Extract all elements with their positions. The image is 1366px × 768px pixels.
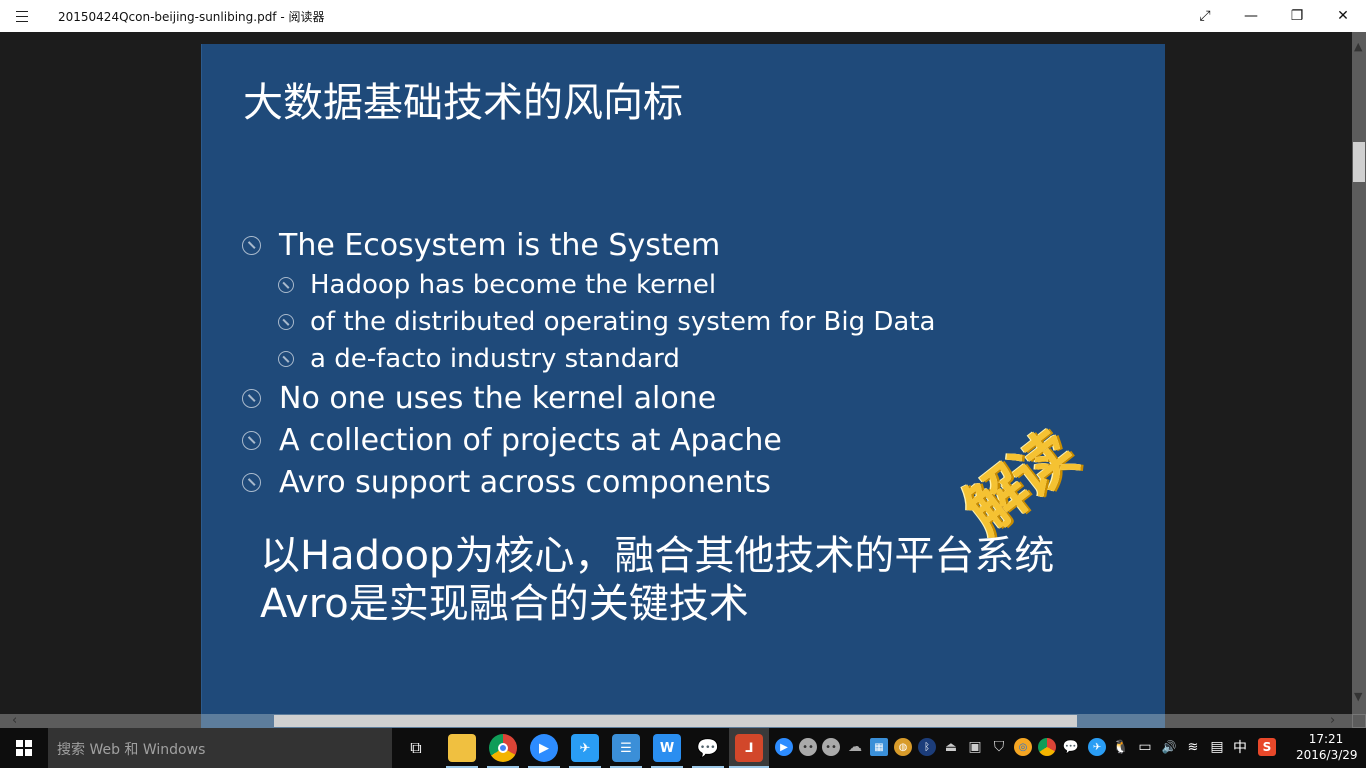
scroll-left-icon[interactable]: ‹ xyxy=(12,713,17,728)
scrollbar-corner xyxy=(1352,714,1366,728)
bullet-arrow-icon xyxy=(278,350,294,367)
windows-logo-icon xyxy=(16,740,32,756)
bullet-arrow-icon xyxy=(242,430,261,450)
clock-time: 17:21 xyxy=(1308,732,1344,746)
security-icon[interactable]: ⛉ xyxy=(990,738,1008,756)
zoom-app-icon[interactable]: ▶ xyxy=(530,734,558,762)
dingtalk-icon[interactable]: ✈ xyxy=(571,734,599,762)
qq-icon[interactable]: 🐧 xyxy=(1112,738,1130,756)
dingtalk-tray-icon[interactable]: ✈ xyxy=(1088,738,1106,756)
close-button[interactable]: ✕ xyxy=(1320,0,1366,32)
sub-bullet-item: Hadoop has become the kernel xyxy=(242,266,935,303)
display-icon[interactable]: ▣ xyxy=(966,738,984,756)
update-icon[interactable]: ◎ xyxy=(1014,738,1032,756)
input-method-indicator[interactable]: 中 xyxy=(1231,738,1249,756)
horizontal-scroll-thumb[interactable] xyxy=(274,715,1077,727)
bullet-arrow-icon xyxy=(278,313,294,330)
reader-app-icon[interactable]: ⅃ xyxy=(735,734,763,762)
bullet-item: Avro support across components xyxy=(242,461,935,503)
document-viewer[interactable]: 大数据基础技术的风向标 The Ecosystem is the System … xyxy=(0,32,1352,714)
slide-summary: 以Hadoop为核心，融合其他技术的平台系统 Avro是实现融合的关键技术 xyxy=(260,532,1054,628)
wechat-icon[interactable]: 💬 xyxy=(694,734,722,762)
restore-button[interactable]: ❐ xyxy=(1274,0,1320,32)
horizontal-scrollbar[interactable]: ‹ › xyxy=(0,713,1352,728)
taskbar: 搜索 Web 和 Windows ⧉ ▶ ✈ ☰ W 💬 ⅃ ▶ •• •• ☁… xyxy=(0,728,1366,768)
zoom-tray-icon[interactable]: ▶ xyxy=(775,738,793,756)
globe-tray-icon[interactable]: ◍ xyxy=(894,738,912,756)
hamburger-menu-icon[interactable] xyxy=(14,7,32,25)
chrome-tray-icon[interactable] xyxy=(1038,738,1056,756)
bullet-item: A collection of projects at Apache xyxy=(242,419,935,461)
minimize-icon: — xyxy=(1244,8,1258,24)
bullet-item: No one uses the kernel alone xyxy=(242,377,935,419)
sub-bullet-item: of the distributed operating system for … xyxy=(242,303,935,340)
file-explorer-icon[interactable] xyxy=(448,734,476,762)
cloud-tray-icon[interactable]: ☁ xyxy=(846,738,864,756)
bullet-list: The Ecosystem is the System Hadoop has b… xyxy=(242,224,935,503)
network-app-tray-icon[interactable]: ▦ xyxy=(870,738,888,756)
bullet-item: The Ecosystem is the System xyxy=(242,224,935,266)
battery-icon[interactable]: ▭ xyxy=(1136,738,1154,756)
chat-tray-icon[interactable]: •• xyxy=(822,738,840,756)
scroll-up-icon[interactable]: ▲ xyxy=(1354,40,1362,53)
volume-icon[interactable]: 🔊 xyxy=(1160,738,1178,756)
restore-icon: ❐ xyxy=(1290,8,1304,24)
wifi-icon[interactable]: ≋ xyxy=(1184,738,1202,756)
chat-tray-icon[interactable]: •• xyxy=(799,738,817,756)
bullet-arrow-icon xyxy=(278,276,294,293)
task-view-icon[interactable]: ⧉ xyxy=(402,734,430,762)
vertical-scrollbar[interactable]: ▲ ▼ xyxy=(1352,32,1366,714)
sogou-ime-icon[interactable]: S xyxy=(1258,738,1276,756)
scroll-down-icon[interactable]: ▼ xyxy=(1354,690,1362,703)
pdf-page: 大数据基础技术的风向标 The Ecosystem is the System … xyxy=(201,44,1165,714)
bluetooth-icon[interactable]: ᛒ xyxy=(918,738,936,756)
bullet-arrow-icon xyxy=(242,472,261,492)
vertical-scroll-thumb[interactable] xyxy=(1353,142,1365,182)
start-button[interactable] xyxy=(0,728,48,768)
usb-icon[interactable]: ⏏ xyxy=(942,738,960,756)
clock-date: 2016/3/29 xyxy=(1296,748,1358,762)
window-title: 20150424Qcon-beijing-sunlibing.pdf - 阅读器 xyxy=(58,10,325,24)
close-icon: ✕ xyxy=(1337,8,1349,24)
fullscreen-button[interactable]: ⤢ xyxy=(1182,0,1228,32)
wps-writer-icon[interactable]: W xyxy=(653,734,681,762)
action-center-icon[interactable]: ▤ xyxy=(1208,738,1226,756)
chrome-icon[interactable] xyxy=(489,734,517,762)
slide-title: 大数据基础技术的风向标 xyxy=(243,80,683,126)
fullscreen-icon: ⤢ xyxy=(1199,8,1211,24)
search-box[interactable]: 搜索 Web 和 Windows xyxy=(48,728,392,768)
summary-line: Avro是实现融合的关键技术 xyxy=(260,581,749,627)
title-bar: 20150424Qcon-beijing-sunlibing.pdf - 阅读器… xyxy=(0,0,1366,32)
minimize-button[interactable]: — xyxy=(1228,0,1274,32)
interpretation-stamp: 解读 xyxy=(950,418,1087,548)
wechat-tray-icon[interactable]: 💬 xyxy=(1062,738,1080,756)
clock[interactable]: 17:21 2016/3/29 xyxy=(1296,731,1358,763)
sub-bullet-item: a de-facto industry standard xyxy=(242,340,935,377)
summary-line: 以Hadoop为核心，融合其他技术的平台系统 xyxy=(260,533,1055,579)
bullet-arrow-icon xyxy=(242,235,261,255)
messages-icon[interactable]: ☰ xyxy=(612,734,640,762)
bullet-arrow-icon xyxy=(242,388,261,408)
scroll-right-icon[interactable]: › xyxy=(1330,713,1335,728)
